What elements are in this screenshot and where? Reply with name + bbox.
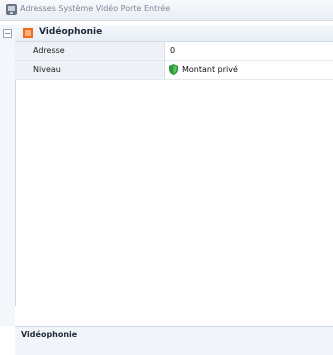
property-value-cell[interactable]: Montant privé: [165, 61, 333, 79]
orange-square-icon: [23, 28, 33, 38]
category-header-videophonie[interactable]: Vidéophonie: [15, 25, 333, 42]
property-name-cell: Adresse: [15, 42, 165, 60]
title-bar: Adresses Système Vidéo Porte Entrée: [0, 0, 333, 21]
property-row-niveau[interactable]: Niveau Montant privé: [15, 61, 333, 80]
property-value-cell[interactable]: 0: [165, 42, 333, 60]
property-value: 0: [170, 46, 176, 55]
property-name: Niveau: [33, 65, 61, 74]
app-icon: [6, 4, 17, 15]
window-title: Adresses Système Vidéo Porte Entrée: [20, 4, 171, 13]
description-panel: Vidéophonie: [15, 326, 333, 355]
property-name: Adresse: [33, 46, 65, 55]
collapse-toggle-button[interactable]: −: [3, 29, 12, 38]
property-name-cell: Niveau: [15, 61, 165, 79]
green-shield-icon: [169, 64, 178, 75]
description-title: Vidéophonie: [21, 330, 78, 339]
properties-window: Adresses Système Vidéo Porte Entrée − Vi…: [0, 0, 333, 355]
property-value: Montant privé: [182, 65, 238, 74]
category-label: Vidéophonie: [39, 27, 103, 37]
collapse-rail: [0, 25, 16, 326]
description-splitter[interactable]: [15, 306, 333, 326]
property-row-adresse[interactable]: Adresse 0: [15, 42, 333, 61]
